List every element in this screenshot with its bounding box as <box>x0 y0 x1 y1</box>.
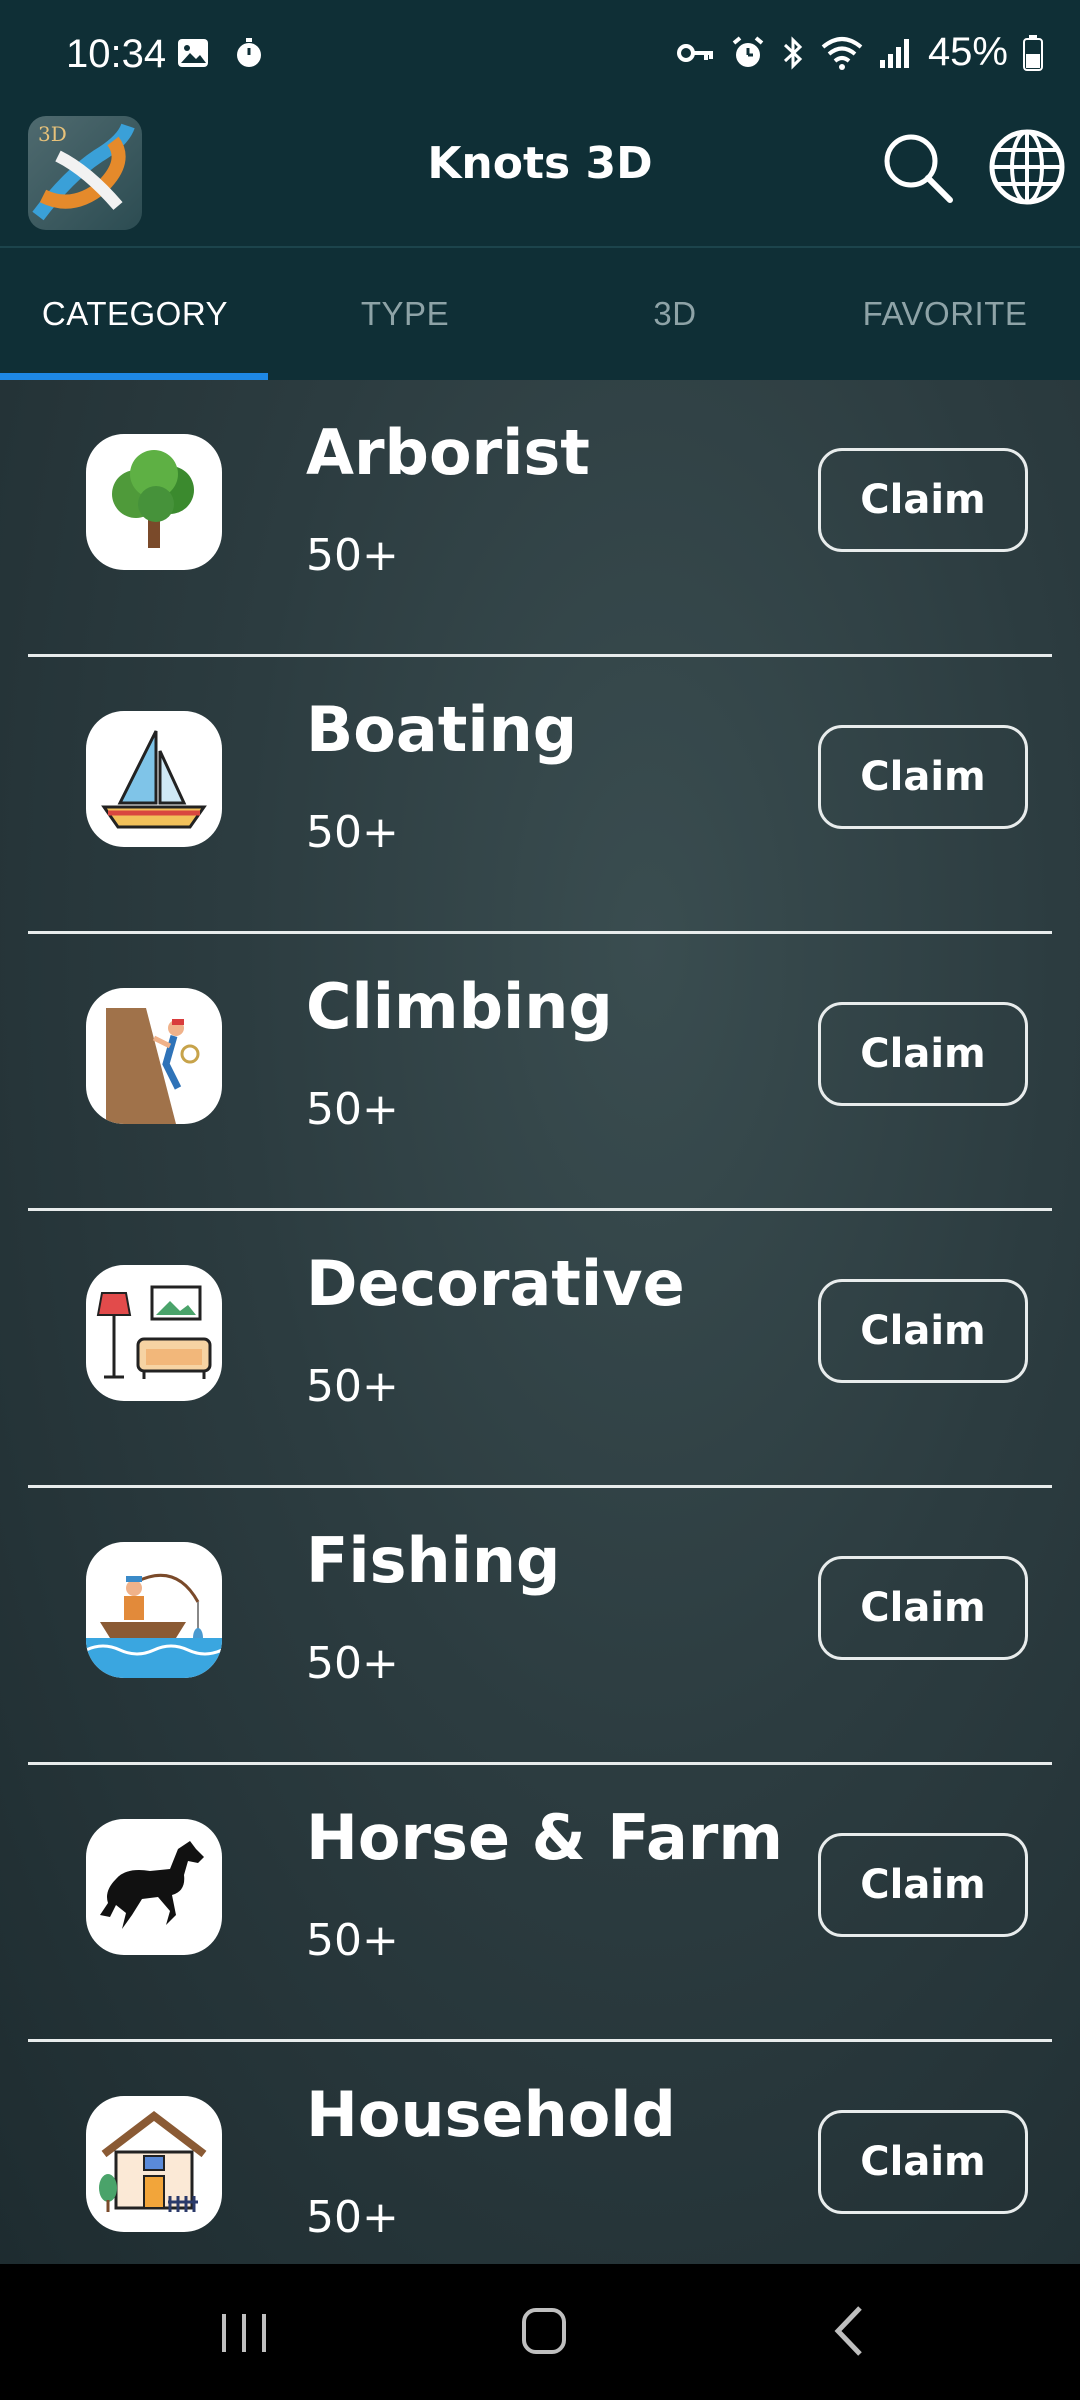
claim-button[interactable]: Claim <box>818 725 1028 829</box>
claim-button[interactable]: Claim <box>818 1279 1028 1383</box>
language-button[interactable] <box>988 128 1066 206</box>
living-room-icon <box>86 1265 222 1401</box>
home-button[interactable] <box>504 2296 584 2366</box>
battery-icon <box>1022 34 1044 72</box>
fisherman-icon <box>86 1542 222 1678</box>
category-count: 50+ <box>306 1915 399 1966</box>
claim-button[interactable]: Claim <box>818 1556 1028 1660</box>
category-name: Decorative <box>306 1247 685 1320</box>
battery-text: 45% <box>927 30 1008 74</box>
tab-bar: CATEGORY TYPE 3D FAVORITE <box>0 248 1080 380</box>
status-time: 10:34 <box>66 32 167 76</box>
recents-button[interactable] <box>204 2296 284 2366</box>
tab-category[interactable]: CATEGORY <box>0 248 270 380</box>
category-name: Household <box>306 2078 676 2151</box>
wifi-icon <box>820 35 864 71</box>
category-count: 50+ <box>306 2192 399 2243</box>
house-icon <box>86 2096 222 2232</box>
back-button[interactable] <box>810 2296 890 2366</box>
category-count: 50+ <box>306 530 399 581</box>
bluetooth-icon <box>780 35 806 71</box>
globe-icon <box>989 129 1065 205</box>
claim-button[interactable]: Claim <box>818 1002 1028 1106</box>
claim-button[interactable]: Claim <box>818 2110 1028 2214</box>
list-item[interactable]: Climbing 50+ Claim <box>0 934 1080 1211</box>
tab-3d[interactable]: 3D <box>540 248 810 380</box>
list-item[interactable]: Horse & Farm 50+ Claim <box>0 1765 1080 2042</box>
horse-icon <box>86 1819 222 1955</box>
category-count: 50+ <box>306 1361 399 1412</box>
key-icon <box>676 38 716 68</box>
gallery-icon <box>176 36 210 74</box>
claim-button[interactable]: Claim <box>818 448 1028 552</box>
list-item[interactable]: Household 50+ Claim <box>0 2042 1080 2264</box>
tree-icon <box>86 434 222 570</box>
app-bar: 3D Knots 3D <box>0 108 1080 248</box>
category-count: 50+ <box>306 807 399 858</box>
category-name: Horse & Farm <box>306 1801 783 1874</box>
list-item[interactable]: Arborist 50+ Claim <box>0 380 1080 657</box>
list-item[interactable]: Boating 50+ Claim <box>0 657 1080 934</box>
list-item[interactable]: Decorative 50+ Claim <box>0 1211 1080 1488</box>
search-icon <box>884 134 953 203</box>
tab-type[interactable]: TYPE <box>270 248 540 380</box>
stopwatch-icon <box>232 36 266 74</box>
recents-icon <box>222 2314 266 2352</box>
category-name: Arborist <box>306 416 590 489</box>
category-name: Fishing <box>306 1524 561 1597</box>
category-count: 50+ <box>306 1638 399 1689</box>
system-nav-bar <box>0 2264 1080 2400</box>
list-item[interactable]: Fishing 50+ Claim <box>0 1488 1080 1765</box>
category-list: Arborist 50+ Claim Boating 50+ Claim Cli… <box>0 380 1080 2264</box>
claim-button[interactable]: Claim <box>818 1833 1028 1937</box>
signal-icon <box>878 36 914 70</box>
category-name: Climbing <box>306 970 613 1043</box>
home-icon <box>522 2308 566 2354</box>
alarm-icon <box>730 35 766 71</box>
category-count: 50+ <box>306 1084 399 1135</box>
climber-icon <box>86 988 222 1124</box>
status-bar: 10:34 45% <box>0 0 1080 118</box>
tab-favorite[interactable]: FAVORITE <box>810 248 1080 380</box>
search-button[interactable] <box>880 130 954 204</box>
back-icon <box>834 2306 862 2356</box>
category-name: Boating <box>306 693 578 766</box>
sailboat-icon <box>86 711 222 847</box>
